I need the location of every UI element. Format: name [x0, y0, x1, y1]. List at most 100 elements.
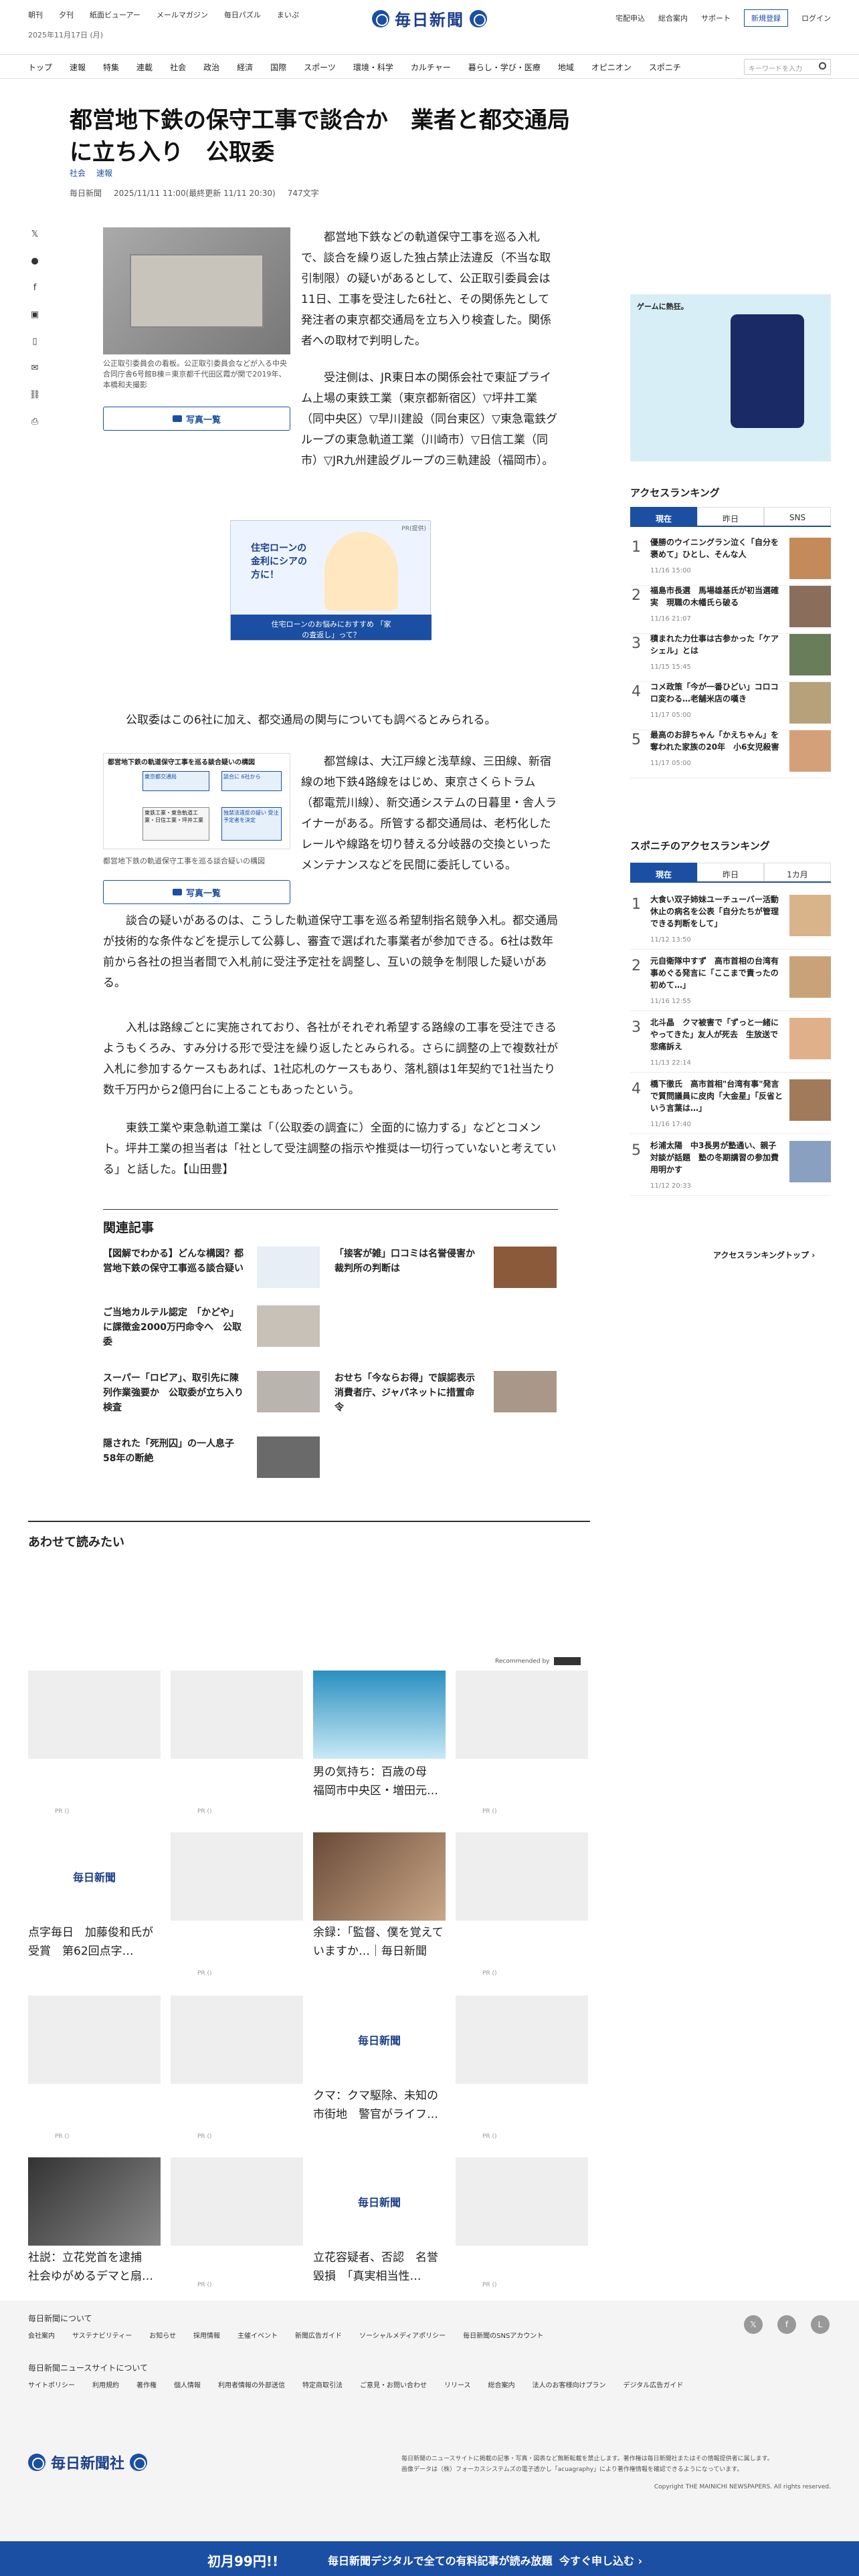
- related-article-5[interactable]: おせち「今ならお得」で誤認表示 消費者庁、ジャパネットに措置命令: [335, 1371, 484, 1415]
- x-share-icon[interactable]: 𝕏: [28, 227, 41, 241]
- footer-link[interactable]: 個人情報: [174, 2379, 201, 2389]
- line-share-icon[interactable]: ▣: [28, 308, 41, 321]
- footer-link[interactable]: リリース: [444, 2379, 471, 2389]
- recommend-title-3[interactable]: 余録：「監督、僕を覚えていますか…｜毎日新聞: [313, 1923, 446, 1961]
- diagram-figure[interactable]: 都営地下鉄の軌道保守工事を巡る談合疑いの構図 東京都交通局 談合に 6社から 東…: [103, 753, 290, 849]
- related-thumb-4[interactable]: [257, 1371, 320, 1412]
- top-link-viewer[interactable]: 紙面ビューアー: [90, 9, 140, 20]
- ranking-item[interactable]: 1 優勝のウイニングラン泣く「自分を褒めて」ひとし、そんな人 11/16 15:…: [630, 534, 831, 586]
- subscription-banner[interactable]: 初月99円!! 毎日新聞デジタルで全ての有料記事が読み放題 今すぐ申し込む ›: [0, 2541, 859, 2576]
- banner-cta[interactable]: 今すぐ申し込む ›: [559, 2552, 642, 2568]
- promo-banner[interactable]: PR(提供) 住宅ローンの金利にシアの方に！ 住宅ローンのお悩みにおすすめ 「家…: [230, 520, 432, 641]
- recommend-card-15[interactable]: 毎日新聞: [313, 2157, 446, 2246]
- article-photo-1[interactable]: [103, 227, 290, 354]
- recommend-card-13[interactable]: [28, 2157, 161, 2246]
- category-society[interactable]: 社会: [70, 167, 86, 179]
- support-link[interactable]: サポート: [701, 13, 731, 23]
- search-icon[interactable]: [819, 62, 826, 70]
- recommend-card-14[interactable]: [171, 2157, 303, 2246]
- footer-link[interactable]: 特定商取引法: [302, 2379, 343, 2389]
- footer-link[interactable]: 利用規約: [92, 2379, 119, 2389]
- register-button[interactable]: 新規登録: [744, 9, 788, 27]
- footer-company-logo[interactable]: 毎日新聞社: [28, 2452, 148, 2473]
- nav-series[interactable]: 連載: [136, 62, 153, 73]
- related-article-4[interactable]: スーパー「ロピア」、取引先に陳列作業強要か 公取委が立ち入り検査: [103, 1371, 246, 1415]
- top-link-evening[interactable]: 夕刊: [59, 9, 74, 20]
- sidebar-ad[interactable]: ゲームに熱狂。: [630, 294, 831, 461]
- footer-link[interactable]: 会社案内: [28, 2330, 55, 2340]
- nav-feature[interactable]: 特集: [103, 62, 119, 73]
- recommend-title-2[interactable]: 点字毎日 加藤俊和氏が受賞 第62回点字…: [28, 1923, 161, 1961]
- footer-link[interactable]: 毎日新聞のSNSアカウント: [463, 2330, 543, 2340]
- recommend-title-5[interactable]: 社説：立花党首を逮捕 社会ゆがめるデマと扇…: [28, 2248, 161, 2286]
- tab-now-2[interactable]: 現在: [630, 863, 697, 881]
- ranking-item[interactable]: 2 福島市長選 馬場雄基氏が初当選確実 現職の木幡氏ら破る 11/16 21:0…: [630, 582, 831, 634]
- ranking-item[interactable]: 4 コメ政策「今が一番ひどい」コロコロ変わる…老舗米店の嘆き 11/17 05:…: [630, 678, 831, 730]
- tab-yesterday[interactable]: 昨日: [697, 507, 764, 526]
- recommend-card-16[interactable]: [456, 2157, 588, 2246]
- recommend-card-4[interactable]: [456, 1671, 588, 1759]
- ranking-top-link[interactable]: アクセスランキングトップ ›: [713, 1249, 815, 1261]
- line-social-icon[interactable]: L: [811, 2315, 830, 2334]
- sponichi-ranking-item[interactable]: 2 元自衛隊中すず 高市首相の台湾有事めぐる発言に「ここまで責ったの初めて…」 …: [630, 952, 831, 1011]
- category-breaking[interactable]: 速報: [96, 167, 112, 179]
- ranking-item[interactable]: 3 積まれた力仕事は古参かった「ケアシェル」とは 11/15 15:45: [630, 630, 831, 682]
- related-thumb-3[interactable]: [257, 1305, 320, 1347]
- recommend-card-11[interactable]: 毎日新聞: [313, 1996, 446, 2084]
- recommend-card-9[interactable]: [28, 1996, 161, 2084]
- tab-now[interactable]: 現在: [630, 507, 697, 526]
- nav-opinion[interactable]: オピニオン: [591, 62, 632, 73]
- footer-link[interactable]: ソーシャルメディアポリシー: [359, 2330, 446, 2340]
- recommend-title-6[interactable]: 立花容疑者、否認 名誉毀損 「真実相当性…: [313, 2248, 446, 2286]
- facebook-share-icon[interactable]: f: [28, 281, 41, 294]
- footer-link[interactable]: 利用者情報の外部送信: [218, 2379, 285, 2389]
- footer-link[interactable]: 新聞広告ガイド: [295, 2330, 342, 2340]
- nav-life[interactable]: 暮らし・学び・医療: [468, 62, 541, 73]
- recommend-title-4[interactable]: クマ：クマ駆除、未知の市街地 警官がライフ…: [313, 2086, 446, 2124]
- related-article-3[interactable]: ご当地カルテル認定 「かどや」に課徴金2000万円命令へ 公取委: [103, 1305, 246, 1350]
- mail-icon[interactable]: ✉: [28, 361, 41, 374]
- site-logo[interactable]: 毎日新聞: [372, 7, 487, 30]
- nav-society[interactable]: 社会: [170, 62, 186, 73]
- nav-region[interactable]: 地域: [558, 62, 574, 73]
- footer-link[interactable]: お知らせ: [149, 2330, 176, 2340]
- nav-politics[interactable]: 政治: [203, 62, 219, 73]
- top-link-maipu[interactable]: まいぷ: [277, 9, 299, 20]
- nav-sports[interactable]: スポーツ: [304, 62, 336, 73]
- tab-month[interactable]: 1カ月: [764, 863, 831, 881]
- sponichi-ranking-item[interactable]: 4 橋下徹氏 高市首相"台湾有事"発言で質問議員に皮肉「大金星」「反省という言葉…: [630, 1075, 831, 1134]
- search-input[interactable]: キーワードを入力: [744, 59, 831, 75]
- link-icon[interactable]: ⛓: [28, 388, 41, 401]
- ranking-item[interactable]: 5 最高のお辞ちゃん「かえちゃん」を奪われた家族の20年 小6女児殺害 11/1…: [630, 726, 831, 778]
- bookmark-icon[interactable]: ▯: [28, 334, 41, 348]
- nav-culture[interactable]: カルチャー: [411, 62, 451, 73]
- footer-link[interactable]: デジタル広告ガイド: [624, 2379, 684, 2389]
- top-link-mail[interactable]: メールマガジン: [157, 9, 208, 20]
- x-social-icon[interactable]: 𝕏: [744, 2315, 763, 2334]
- footer-link[interactable]: ご意見・お問い合わせ: [360, 2379, 427, 2389]
- sponichi-ranking-item[interactable]: 5 杉浦太陽 中3長男が塾通い、親子対談が話題 塾の冬期講習の参加費用明かす 1…: [630, 1137, 831, 1196]
- tab-sns[interactable]: SNS: [764, 507, 831, 526]
- sponichi-ranking-item[interactable]: 1 大食い双子姉妹ユーチューバー活動休止の病名を公表「自分たちが管理できる判断を…: [630, 891, 831, 950]
- recommend-card-12[interactable]: [456, 1996, 588, 2084]
- login-link[interactable]: ログイン: [801, 13, 831, 23]
- nav-top[interactable]: トップ: [28, 62, 52, 73]
- footer-link[interactable]: 主催イベント: [237, 2330, 278, 2340]
- guide-link[interactable]: 総合案内: [658, 13, 688, 23]
- sponichi-ranking-item[interactable]: 3 北斗晶 クマ被害で「ずっと一緒にやってきた」友人が死去 生放送で悲痛訴え 1…: [630, 1014, 831, 1073]
- related-article-2[interactable]: 「接客が雑」口コミは名誉侵害か 裁判所の判断は: [335, 1247, 484, 1276]
- footer-link[interactable]: サイトポリシー: [28, 2379, 75, 2389]
- nav-economy[interactable]: 経済: [237, 62, 253, 73]
- facebook-social-icon[interactable]: f: [777, 2315, 796, 2334]
- nav-sponichi[interactable]: スポニチ: [649, 62, 681, 73]
- print-icon[interactable]: ⎙: [28, 415, 41, 428]
- footer-link[interactable]: 法人のお客様向けプラン: [533, 2379, 606, 2389]
- recommend-card-5[interactable]: 毎日新聞: [28, 1832, 161, 1921]
- recommend-card-6[interactable]: [171, 1832, 303, 1921]
- related-thumb-1[interactable]: [257, 1247, 320, 1288]
- footer-link[interactable]: サステナビリティー: [72, 2330, 132, 2340]
- nav-science[interactable]: 環境・科学: [353, 62, 393, 73]
- recommend-card-3[interactable]: [313, 1671, 446, 1759]
- tab-yesterday-2[interactable]: 昨日: [697, 863, 764, 881]
- related-article-6[interactable]: 隠された「死刑囚」の一人息子 58年の断絶: [103, 1436, 246, 1466]
